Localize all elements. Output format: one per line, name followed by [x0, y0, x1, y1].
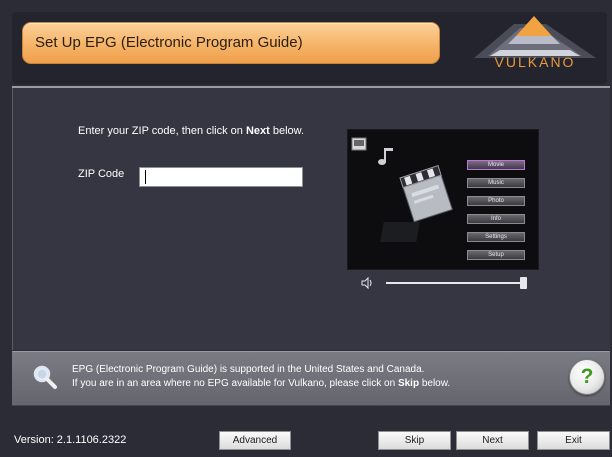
instruction-text-prefix: Enter your ZIP code, then click on: [78, 125, 246, 137]
logo-wordmark: VULKANO: [494, 54, 576, 70]
volume-slider-thumb[interactable]: [520, 277, 527, 289]
volume-control: [360, 276, 540, 290]
version-label: Version: 2.1.1106.2322: [14, 434, 127, 446]
exit-button[interactable]: Exit: [537, 431, 610, 450]
volume-icon: [361, 276, 372, 290]
skip-button[interactable]: Skip: [378, 431, 451, 450]
zip-instruction: Enter your ZIP code, then click on Next …: [78, 125, 304, 137]
instruction-next-word: Next: [245, 125, 270, 137]
preview-menu-settings: Settings: [467, 232, 525, 242]
magnifier-icon: [33, 365, 57, 389]
info-text-line-1: EPG (Electronic Program Guide) is suppor…: [72, 364, 425, 375]
zip-code-input[interactable]: [139, 167, 303, 187]
zip-code-label: ZIP Code: [78, 168, 125, 180]
help-button[interactable]: ?: [569, 359, 605, 395]
preview-menu-movie: Movie: [467, 160, 525, 170]
preview-menu-info: Info: [467, 214, 525, 224]
info-text-line-2: If you are in an area where no EPG avail…: [72, 378, 450, 389]
advanced-button[interactable]: Advanced: [219, 431, 291, 450]
film-clapper-icon: [399, 165, 453, 223]
info-skip-word: Skip: [397, 378, 420, 389]
title-banner: Set Up EPG (Electronic Program Guide): [22, 22, 440, 64]
preview-menu-setup: Setup: [467, 250, 525, 260]
text-caret: [145, 170, 146, 184]
next-button[interactable]: Next: [456, 431, 529, 450]
volume-slider-track[interactable]: [386, 282, 526, 284]
preview-menu-photo: Photo: [467, 196, 525, 206]
info-line2-suffix: below.: [419, 378, 451, 389]
vulkano-logo-icon: VULKANO: [470, 14, 600, 76]
page-title: Set Up EPG (Electronic Program Guide): [35, 34, 303, 51]
instruction-text-suffix: below.: [269, 125, 305, 137]
media-center-preview: Movie Music Photo Info Settings Setup: [347, 129, 539, 270]
preview-menu-music: Music: [467, 178, 525, 188]
epg-setup-window: Set Up EPG (Electronic Program Guide) VU…: [0, 0, 612, 457]
info-line2-prefix: If you are in an area where no EPG avail…: [72, 378, 398, 389]
music-note-icon: [378, 148, 393, 165]
